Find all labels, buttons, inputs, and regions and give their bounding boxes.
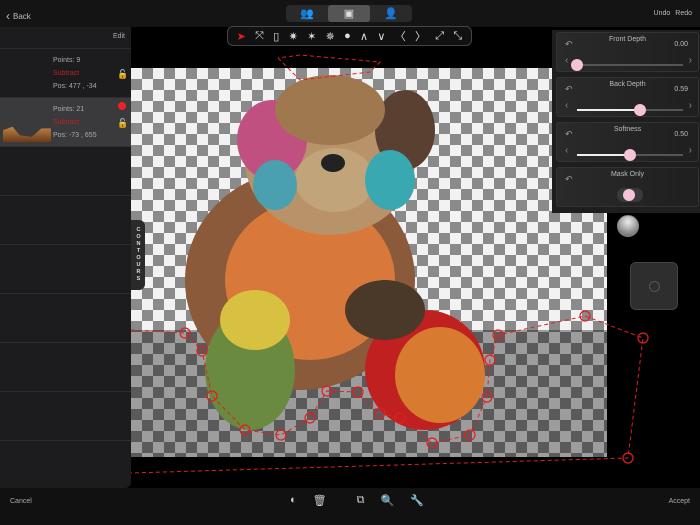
wrench-icon[interactable]: 🔧 bbox=[410, 494, 424, 507]
color-sphere-button[interactable] bbox=[617, 215, 639, 237]
pointer-icon[interactable]: ➤ bbox=[237, 30, 246, 43]
chevron-left-icon[interactable]: ‹ bbox=[565, 145, 568, 156]
chevron-left-icon[interactable]: 〈 bbox=[395, 28, 406, 44]
search-icon[interactable]: 🔍 bbox=[380, 494, 394, 507]
points-count: Points: 21 bbox=[53, 106, 85, 113]
tool-bar: ➤ ⤧ ▯ ✷ ✶ ✵ ● ∧ ∨ 〈 〉 ⤢ ⤡ bbox=[227, 26, 472, 46]
rectangle-icon[interactable]: ▯ bbox=[273, 30, 279, 43]
points-count: Points: 9 bbox=[53, 57, 81, 64]
back-depth-slider-card: ↶ Back Depth 0.59 ‹ › bbox=[556, 77, 699, 117]
chevron-right-icon[interactable]: 〉 bbox=[415, 28, 426, 44]
empty-row bbox=[0, 440, 131, 489]
star-subtract-icon[interactable]: ✵ bbox=[326, 30, 335, 43]
contrast-icon[interactable]: ◐ bbox=[290, 494, 297, 507]
contours-tab-label: CONTOURS bbox=[135, 227, 142, 283]
front-depth-slider-card: ↶ Front Depth 0.00 ‹ › bbox=[556, 32, 699, 72]
star-add-icon[interactable]: ✶ bbox=[307, 30, 316, 43]
mask-only-toggle[interactable] bbox=[617, 188, 643, 202]
fit-icon[interactable]: ⤧ bbox=[255, 30, 264, 43]
circle-icon bbox=[649, 281, 660, 292]
contour-row-selected[interactable]: Points: 21 Subtract Pos: -73 , 655 🔓 bbox=[0, 97, 131, 146]
chevron-left-icon[interactable]: ‹ bbox=[565, 100, 568, 111]
empty-row bbox=[0, 391, 131, 440]
back-depth-value: 0.59 bbox=[674, 86, 688, 93]
mask-only-card: ↶ Mask Only bbox=[556, 167, 699, 207]
add-point-icon[interactable]: ● bbox=[344, 30, 351, 42]
active-indicator bbox=[118, 102, 126, 110]
collapse-icon[interactable]: ⤡ bbox=[453, 30, 462, 43]
star-brush-icon[interactable]: ✷ bbox=[289, 30, 298, 43]
edit-button[interactable]: Edit bbox=[113, 33, 125, 40]
empty-row bbox=[0, 146, 131, 195]
empty-row bbox=[0, 195, 131, 244]
chevron-down-icon[interactable]: ∨ bbox=[377, 30, 385, 43]
expand-icon[interactable]: ⤢ bbox=[435, 30, 444, 43]
mask-only-label: Mask Only bbox=[610, 171, 645, 178]
cancel-button[interactable]: Cancel bbox=[10, 498, 32, 505]
position-label: Pos: -73 , 655 bbox=[53, 132, 97, 139]
lock-icon[interactable]: 🔓 bbox=[117, 118, 128, 129]
chevron-right-icon[interactable]: › bbox=[689, 100, 692, 111]
empty-row bbox=[0, 244, 131, 293]
chevron-left-icon[interactable]: ‹ bbox=[565, 55, 568, 66]
softness-value: 0.50 bbox=[674, 131, 688, 138]
adjustments-icon[interactable]: ⧉ bbox=[357, 494, 365, 507]
empty-row bbox=[0, 293, 131, 342]
empty-row bbox=[0, 342, 131, 391]
softness-slider[interactable] bbox=[577, 149, 683, 161]
lock-icon[interactable]: 🔓 bbox=[117, 69, 128, 80]
trash-icon[interactable]: 🗑 bbox=[313, 494, 327, 507]
teddy-bear-image bbox=[185, 75, 485, 430]
contours-panel: Edit Points: 9 Subtract Pos: 477 , -34 🔓… bbox=[0, 27, 131, 488]
mode-label: Subtract bbox=[53, 70, 80, 77]
capture-button[interactable] bbox=[630, 262, 678, 310]
bottom-bar: Cancel ◐ 🗑 ⧉ 🔍 🔧 Accept bbox=[0, 488, 700, 525]
chevron-up-icon[interactable]: ∧ bbox=[360, 30, 368, 43]
front-depth-slider[interactable] bbox=[571, 59, 683, 71]
contours-tab[interactable]: CONTOURS bbox=[131, 220, 145, 290]
contour-thumbnail bbox=[3, 126, 51, 142]
accept-button[interactable]: Accept bbox=[669, 498, 690, 505]
contour-row[interactable]: Points: 9 Subtract Pos: 477 , -34 🔓 bbox=[0, 48, 131, 97]
position-label: Pos: 477 , -34 bbox=[53, 83, 97, 90]
front-depth-value: 0.00 bbox=[674, 41, 688, 48]
back-depth-slider[interactable] bbox=[577, 104, 683, 116]
settings-panel: ↶ Front Depth 0.00 ‹ › ↶ Back Depth 0.59… bbox=[552, 30, 700, 213]
mode-label: Subtract bbox=[53, 119, 80, 126]
chevron-right-icon[interactable]: › bbox=[689, 55, 692, 66]
softness-slider-card: ↶ Softness 0.50 ‹ › bbox=[556, 122, 699, 162]
chevron-right-icon[interactable]: › bbox=[689, 145, 692, 156]
